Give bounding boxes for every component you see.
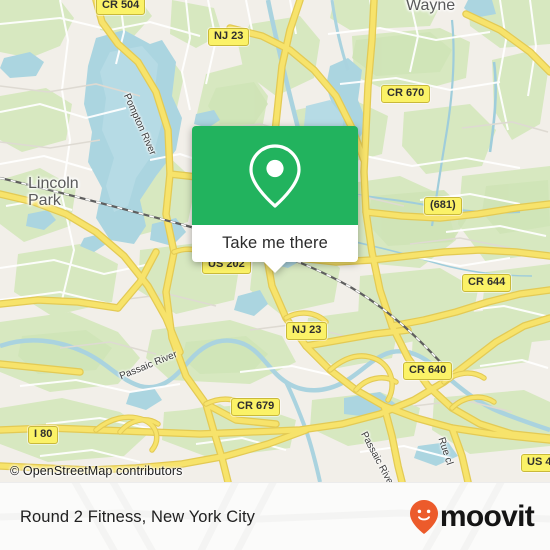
page-title: Round 2 Fitness, New York City bbox=[20, 507, 256, 526]
road-shield-cr-679[interactable]: CR 679 bbox=[231, 398, 281, 416]
road-shield-cr-670[interactable]: CR 670 bbox=[381, 85, 431, 103]
road-shield-i-80[interactable]: I 80 bbox=[28, 426, 59, 444]
osm-attribution[interactable]: © OpenStreetMap contributors bbox=[10, 464, 183, 478]
popup-header bbox=[192, 126, 358, 225]
moovit-smiley-pin-icon bbox=[409, 500, 438, 534]
road-shield-us-46[interactable]: US 4 bbox=[521, 454, 550, 472]
bottom-bar: Round 2 Fitness, New York City moovit bbox=[0, 482, 550, 550]
road-shield-cr-644[interactable]: CR 644 bbox=[462, 274, 512, 292]
map-pin-icon bbox=[249, 143, 301, 208]
location-popup[interactable]: Take me there bbox=[192, 126, 358, 273]
road-shield-cr-640[interactable]: CR 640 bbox=[403, 362, 453, 380]
moovit-wordmark: moovit bbox=[439, 500, 535, 533]
popup-footer[interactable]: Take me there bbox=[192, 225, 358, 273]
take-me-there-label: Take me there bbox=[222, 234, 328, 252]
road-shield-nj-23-south[interactable]: NJ 23 bbox=[286, 322, 328, 340]
popup-tail bbox=[264, 262, 286, 273]
road-shield-cr-504[interactable]: CR 504 bbox=[96, 0, 146, 15]
screenshot-root: Wayne Lincoln Park Pompton River Passaic… bbox=[0, 0, 550, 550]
road-shield-nj-23-north[interactable]: NJ 23 bbox=[208, 28, 250, 46]
moovit-logo[interactable]: moovit bbox=[409, 499, 535, 535]
road-shield-681[interactable]: (681) bbox=[424, 197, 462, 215]
